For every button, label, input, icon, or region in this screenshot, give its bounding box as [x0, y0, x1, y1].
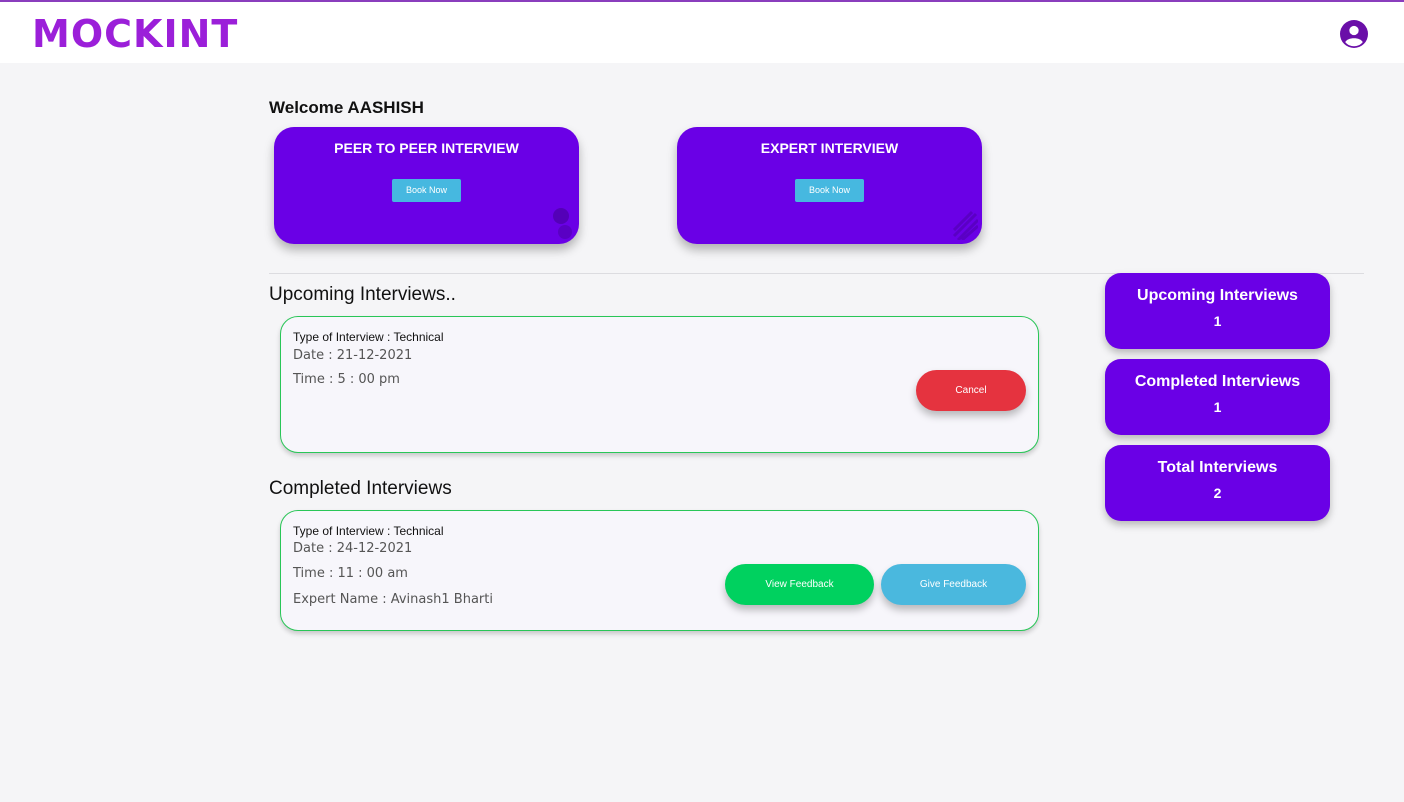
account-circle-icon[interactable]	[1340, 20, 1368, 48]
interview-type: Type of Interview : Technical	[293, 330, 444, 344]
stat-value: 1	[1213, 313, 1222, 329]
welcome-message: Welcome AASHISH	[269, 98, 424, 117]
interview-time: Time : 11 : 00 am	[293, 566, 408, 581]
stat-label: Total Interviews	[1157, 459, 1278, 476]
upcoming-interviews-heading: Upcoming Interviews..	[269, 284, 456, 305]
peer-interview-title: PEER TO PEER INTERVIEW	[334, 140, 519, 156]
stat-label: Upcoming Interviews	[1137, 287, 1298, 304]
interview-date: Date : 21-12-2021	[293, 348, 413, 363]
decorative-shape-icon	[553, 208, 572, 239]
cancel-interview-button[interactable]: Cancel	[916, 370, 1026, 411]
book-expert-interview-button[interactable]: Book Now	[795, 179, 864, 202]
top-navbar: MOCKINT	[0, 0, 1404, 63]
upcoming-interview-card: Type of Interview : Technical Date : 21-…	[280, 316, 1039, 453]
expert-name: Expert Name : Avinash1 Bharti	[293, 592, 493, 607]
stat-label: Completed Interviews	[1134, 373, 1301, 390]
interview-time: Time : 5 : 00 pm	[293, 372, 400, 387]
interview-type: Type of Interview : Technical	[293, 524, 444, 538]
peer-interview-card: PEER TO PEER INTERVIEW Book Now	[274, 127, 579, 244]
view-feedback-button[interactable]: View Feedback	[725, 564, 874, 605]
expert-interview-card: EXPERT INTERVIEW Book Now	[677, 127, 982, 244]
mockint-logo[interactable]: MOCKINT	[32, 12, 238, 56]
expert-interview-title: EXPERT INTERVIEW	[760, 140, 899, 156]
stat-total-interviews: Total Interviews 2	[1105, 445, 1330, 521]
completed-interviews-heading: Completed Interviews	[269, 478, 452, 499]
give-feedback-button[interactable]: Give Feedback	[881, 564, 1026, 605]
stat-value: 1	[1213, 399, 1222, 415]
stat-upcoming-interviews: Upcoming Interviews 1	[1105, 273, 1330, 349]
completed-interview-card: Type of Interview : Technical Date : 24-…	[280, 510, 1039, 631]
decorative-stripes-icon	[952, 210, 978, 240]
book-peer-interview-button[interactable]: Book Now	[392, 179, 461, 202]
interview-date: Date : 24-12-2021	[293, 541, 413, 556]
stat-completed-interviews: Completed Interviews 1	[1105, 359, 1330, 435]
stat-value: 2	[1213, 485, 1222, 501]
